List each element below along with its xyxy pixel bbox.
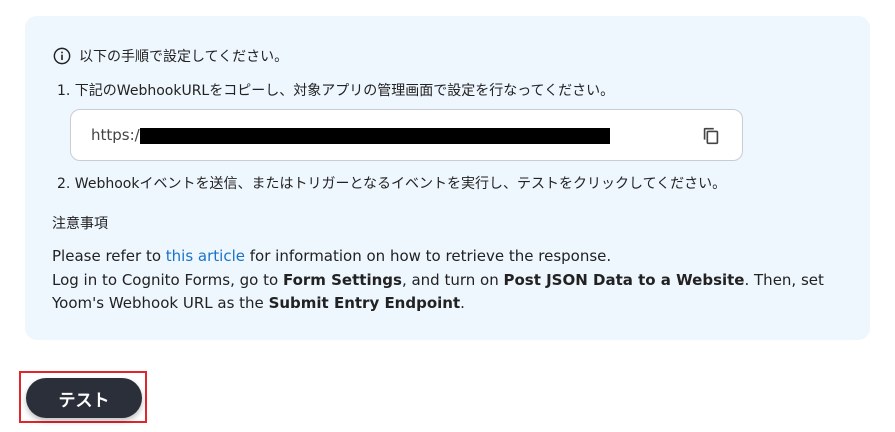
- notes-line2-g: .: [460, 294, 465, 312]
- step-2-text: 2. Webhookイベントを送信、またはトリガーとなるイベントを実行し、テスト…: [57, 176, 727, 192]
- form-settings-text: Form Settings: [282, 270, 402, 289]
- notes-line1-pre: Please refer to: [52, 247, 166, 265]
- notes-line2-c: , and turn on: [401, 270, 504, 289]
- notes-line2-a: Log in to Cognito Forms, go to: [52, 270, 283, 289]
- step-1-text: 1. 下記のWebhookURLをコピーし、対象アプリの管理画面で設定を行なって…: [57, 83, 615, 99]
- test-button-highlight: テスト: [19, 371, 147, 423]
- notes-body: Please refer to this article for informa…: [52, 245, 852, 316]
- info-circle-icon: [53, 47, 71, 65]
- intro-line: 以下の手順で設定してください。: [53, 46, 288, 66]
- webhook-url-redacted: [140, 128, 610, 144]
- notes-title: 注意事項: [52, 216, 108, 232]
- post-json-text: Post JSON Data to a Website: [503, 270, 745, 289]
- instruction-panel: 以下の手順で設定してください。 1. 下記のWebhookURLをコピーし、対象…: [25, 16, 870, 340]
- notes-line1-post: for information on how to retrieve the r…: [245, 247, 612, 265]
- intro-text: 以下の手順で設定してください。: [79, 49, 289, 65]
- this-article-link[interactable]: this article: [166, 247, 245, 265]
- copy-icon[interactable]: [700, 125, 722, 147]
- submit-entry-endpoint-text: Submit Entry Endpoint: [268, 294, 461, 312]
- test-button[interactable]: テスト: [26, 378, 142, 418]
- webhook-url-prefix: https:/: [91, 126, 140, 144]
- webhook-url-field[interactable]: https:/: [70, 109, 743, 161]
